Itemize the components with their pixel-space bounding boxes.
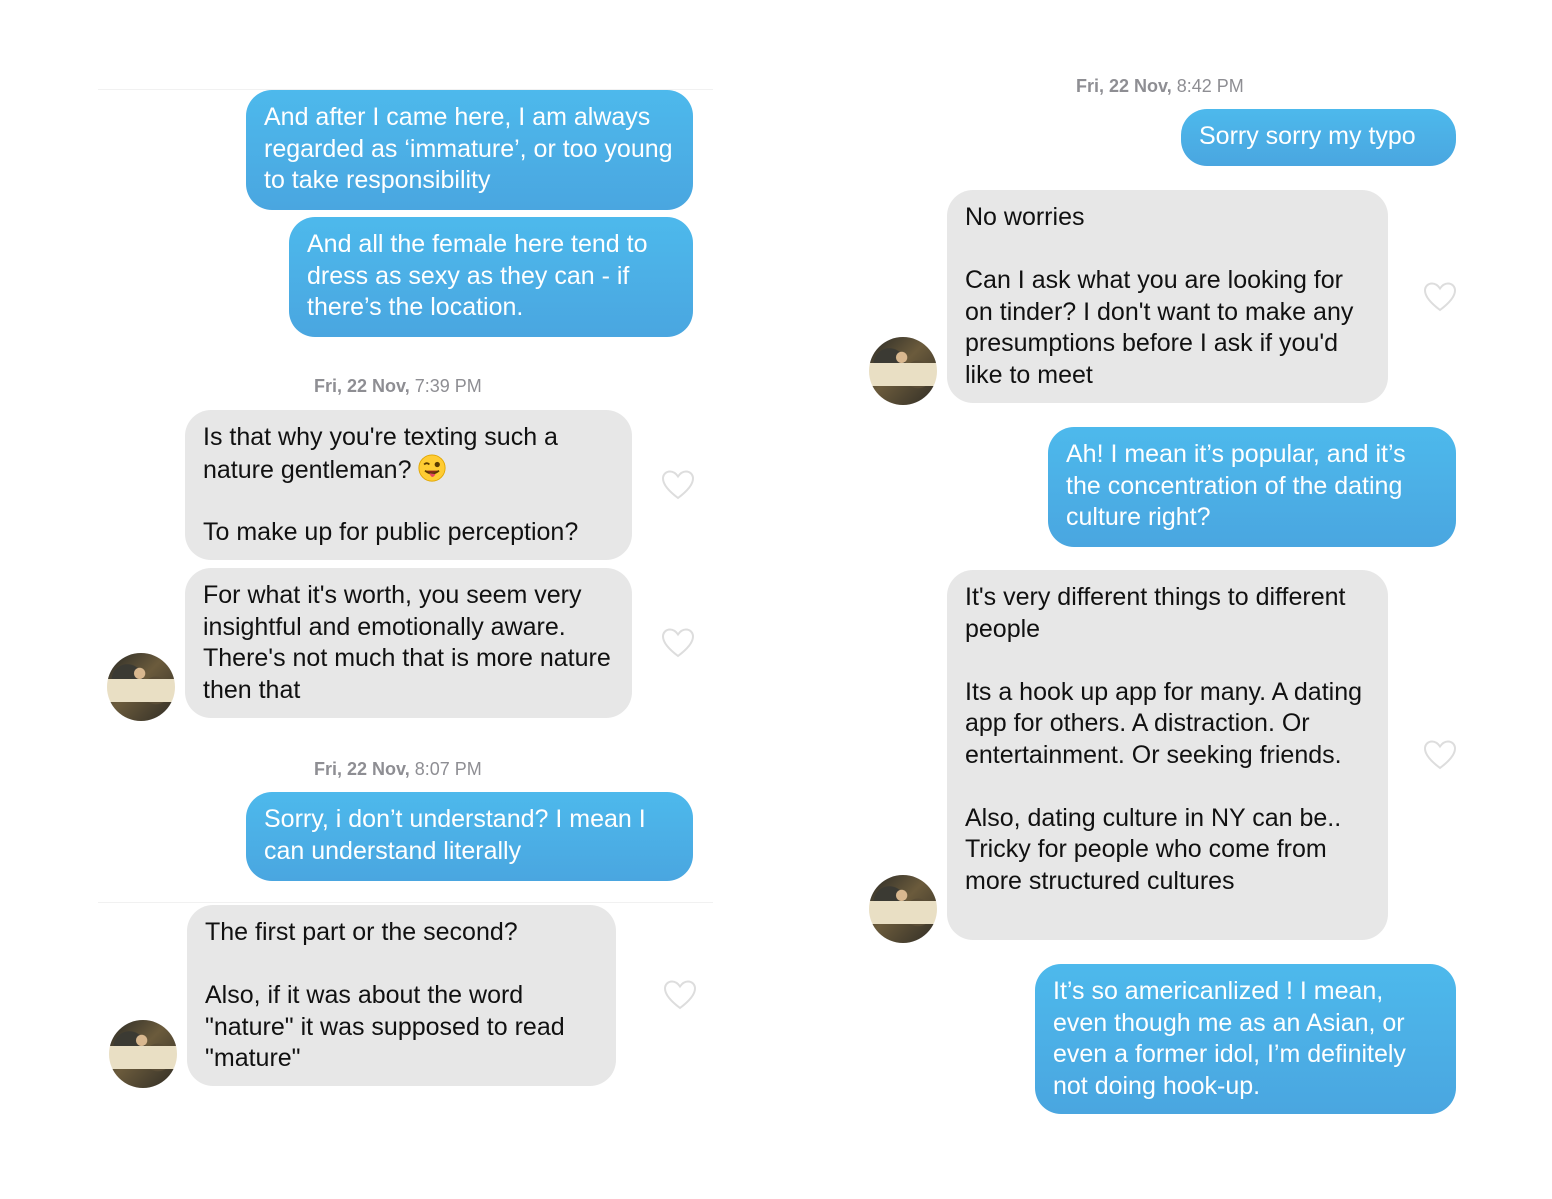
timestamp: Fri, 22 Nov, 8:42 PM	[1076, 76, 1244, 97]
timestamp-time: 7:39 PM	[414, 376, 482, 396]
message-incoming[interactable]: Is that why you're texting such a nature…	[185, 410, 632, 560]
timestamp: Fri, 22 Nov, 8:07 PM	[314, 759, 482, 780]
section-divider	[98, 902, 713, 903]
timestamp-time: 8:42 PM	[1176, 76, 1244, 96]
winking-face-with-tongue-icon	[418, 453, 446, 482]
heart-outline-icon[interactable]	[662, 470, 694, 500]
message-incoming[interactable]: For what it's worth, you seem very insig…	[185, 568, 632, 718]
match-avatar[interactable]	[869, 875, 937, 943]
match-avatar[interactable]	[109, 1020, 177, 1088]
heart-outline-icon[interactable]	[1424, 740, 1456, 770]
timestamp-day: Fri, 22 Nov,	[1076, 76, 1172, 96]
timestamp: Fri, 22 Nov, 7:39 PM	[314, 376, 482, 397]
message-outgoing[interactable]: It’s so americanlized ! I mean, even tho…	[1035, 964, 1456, 1114]
heart-outline-icon[interactable]	[664, 980, 696, 1010]
message-outgoing[interactable]: And all the female here tend to dress as…	[289, 217, 693, 337]
message-outgoing[interactable]: Ah! I mean it’s popular, and it’s the co…	[1048, 427, 1456, 547]
message-incoming[interactable]: The first part or the second? Also, if i…	[187, 905, 616, 1086]
message-outgoing[interactable]: And after I came here, I am always regar…	[246, 90, 693, 210]
message-text: To make up for public perception?	[203, 518, 579, 546]
message-incoming[interactable]: It's very different things to different …	[947, 570, 1388, 940]
message-incoming[interactable]: No worries Can I ask what you are lookin…	[947, 190, 1388, 403]
heart-outline-icon[interactable]	[1424, 282, 1456, 312]
heart-outline-icon[interactable]	[662, 628, 694, 658]
message-outgoing[interactable]: Sorry, i don’t understand? I mean I can …	[246, 792, 693, 881]
timestamp-time: 8:07 PM	[414, 759, 482, 779]
timestamp-day: Fri, 22 Nov,	[314, 376, 410, 396]
match-avatar[interactable]	[107, 653, 175, 721]
message-outgoing[interactable]: Sorry sorry my typo	[1181, 109, 1456, 166]
match-avatar[interactable]	[869, 337, 937, 405]
message-text: Is that why you're texting such a nature…	[203, 423, 558, 484]
timestamp-day: Fri, 22 Nov,	[314, 759, 410, 779]
